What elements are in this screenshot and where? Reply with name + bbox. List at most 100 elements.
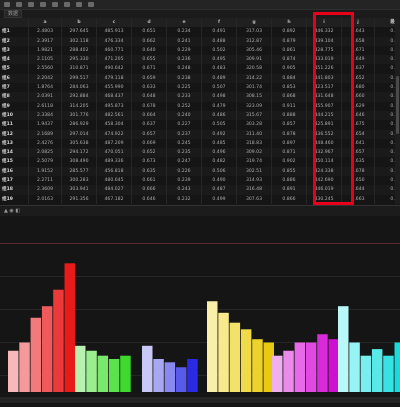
table-cell[interactable]: 0.495: [202, 55, 237, 64]
table-cell[interactable]: 439.104: [307, 37, 342, 46]
chart-icon[interactable]: [28, 2, 34, 7]
table-cell[interactable]: 0.239: [167, 176, 202, 185]
table-cell[interactable]: 474.922: [97, 130, 132, 139]
table-cell[interactable]: 431.648: [307, 92, 342, 101]
table-row[interactable]: 组132.4276305.638487.2090.6690.2450.48531…: [0, 139, 395, 148]
row-label[interactable]: 组12: [0, 130, 29, 139]
table-cell[interactable]: 0.669: [132, 139, 167, 148]
table-cell[interactable]: 303.941: [62, 185, 97, 194]
table-cell[interactable]: 315.67: [237, 111, 272, 120]
max-value-cell[interactable]: 0.650: [375, 176, 396, 185]
column-header[interactable]: 最大值: [375, 18, 396, 27]
table-cell[interactable]: 299.517: [62, 74, 97, 83]
table-cell[interactable]: 2.6118: [29, 102, 62, 111]
chart-bar[interactable]: [142, 346, 153, 392]
table-cell[interactable]: 2.4803: [29, 27, 62, 36]
table-cell[interactable]: 460.771: [97, 46, 132, 55]
chart-bar[interactable]: [42, 306, 53, 392]
table-row[interactable]: 组102.3384301.776482.5610.6640.2400.48631…: [0, 111, 395, 120]
table-row[interactable]: 组82.0391292.884468.4370.6480.2330.498308…: [0, 92, 395, 101]
table-cell[interactable]: 316.48: [237, 185, 272, 194]
row-label[interactable]: 组2: [0, 37, 29, 46]
table-cell[interactable]: 0.678: [132, 102, 167, 111]
table-cell[interactable]: 0.635: [132, 167, 167, 176]
table-cell[interactable]: 455.990: [97, 83, 132, 92]
row-label[interactable]: 组5: [0, 64, 29, 73]
table-cell[interactable]: 1.9821: [29, 46, 62, 55]
table-cell[interactable]: 451.226: [307, 64, 342, 73]
table-cell[interactable]: 0.644: [342, 185, 375, 194]
table-row[interactable]: 组92.6118314.205495.8730.6780.2520.479323…: [0, 102, 395, 111]
table-cell[interactable]: 0.499: [202, 195, 237, 204]
table-cell[interactable]: 0.650: [342, 176, 375, 185]
table-cell[interactable]: 0.491: [202, 27, 237, 36]
table-cell[interactable]: 480.645: [97, 176, 132, 185]
table-cell[interactable]: 432.967: [307, 148, 342, 157]
table-cell[interactable]: 458.304: [97, 120, 132, 129]
table-cell[interactable]: 2.2711: [29, 176, 62, 185]
table-cell[interactable]: 0.247: [167, 157, 202, 166]
chart-bar[interactable]: [383, 356, 394, 392]
table-cell[interactable]: 294.172: [62, 148, 97, 157]
table-cell[interactable]: 297.014: [62, 130, 97, 139]
column-header[interactable]: c: [97, 18, 132, 27]
max-value-cell[interactable]: 0.635: [375, 157, 396, 166]
table-cell[interactable]: 0.655: [132, 55, 167, 64]
max-value-cell[interactable]: 0.654: [375, 130, 396, 139]
table-cell[interactable]: 0.661: [132, 176, 167, 185]
table-cell[interactable]: 0.891: [272, 185, 307, 194]
table-cell[interactable]: 0.657: [342, 148, 375, 157]
row-label[interactable]: 组8: [0, 92, 29, 101]
column-header[interactable]: j: [342, 18, 375, 27]
table-cell[interactable]: 0.505: [202, 120, 237, 129]
table-cell[interactable]: 309.02: [237, 148, 272, 157]
chart-bar[interactable]: [153, 359, 164, 392]
table-cell[interactable]: 0.853: [272, 83, 307, 92]
table-cell[interactable]: 430.245: [307, 195, 342, 204]
chart-bar[interactable]: [241, 329, 252, 392]
table-row[interactable]: 组42.1105295.330471.2050.6550.2360.495309…: [0, 55, 395, 64]
table-row[interactable]: 组12.4803297.645485.9130.6510.2340.491317…: [0, 27, 395, 36]
table-cell[interactable]: 284.063: [62, 83, 97, 92]
table-cell[interactable]: 446.019: [307, 185, 342, 194]
table-cell[interactable]: 0.229: [167, 46, 202, 55]
chart-toolbar-icons[interactable]: ▲ ◉ ◧: [4, 208, 20, 214]
chart-bar[interactable]: [317, 334, 328, 392]
column-header[interactable]: a: [29, 18, 62, 27]
table-cell[interactable]: 436.552: [307, 130, 342, 139]
table-cell[interactable]: 300.283: [62, 176, 97, 185]
chart-bar[interactable]: [165, 362, 176, 392]
table-cell[interactable]: 0.671: [342, 46, 375, 55]
table-cell[interactable]: 0.238: [167, 74, 202, 83]
column-header[interactable]: b: [62, 18, 97, 27]
table-cell[interactable]: 479.118: [97, 74, 132, 83]
chart-bar[interactable]: [8, 351, 19, 392]
table-cell[interactable]: 323.09: [237, 102, 272, 111]
redo-icon[interactable]: [52, 2, 58, 7]
table-row[interactable]: 组62.2042299.517479.1180.6590.2380.489314…: [0, 74, 395, 83]
table-cell[interactable]: 0.486: [202, 111, 237, 120]
table-cell[interactable]: 0.680: [342, 83, 375, 92]
table-cell[interactable]: 0.489: [202, 74, 237, 83]
table-cell[interactable]: 0.641: [342, 139, 375, 148]
table-cell[interactable]: 308.490: [62, 157, 97, 166]
table-cell[interactable]: 0.659: [132, 74, 167, 83]
table-cell[interactable]: 455.907: [307, 102, 342, 111]
row-label[interactable]: 组16: [0, 167, 29, 176]
chart-bar[interactable]: [283, 351, 294, 392]
chart-bar[interactable]: [109, 359, 120, 392]
table-cell[interactable]: 471.205: [97, 55, 132, 64]
table-cell[interactable]: 0.241: [167, 37, 202, 46]
max-value-cell[interactable]: 0.644: [375, 185, 396, 194]
table-cell[interactable]: 0.637: [342, 64, 375, 73]
table-cell[interactable]: 0.252: [167, 102, 202, 111]
table-cell[interactable]: 314.22: [237, 74, 272, 83]
table-cell[interactable]: 0.240: [167, 111, 202, 120]
table-row[interactable]: 组142.0825294.172470.0510.6520.2350.49630…: [0, 148, 395, 157]
table-cell[interactable]: 0.652: [132, 148, 167, 157]
undo-icon[interactable]: [40, 2, 46, 7]
max-value-cell[interactable]: 0.641: [375, 139, 396, 148]
chart-bar[interactable]: [372, 349, 383, 392]
table-cell[interactable]: 292.884: [62, 92, 97, 101]
table-cell[interactable]: 2.0825: [29, 148, 62, 157]
